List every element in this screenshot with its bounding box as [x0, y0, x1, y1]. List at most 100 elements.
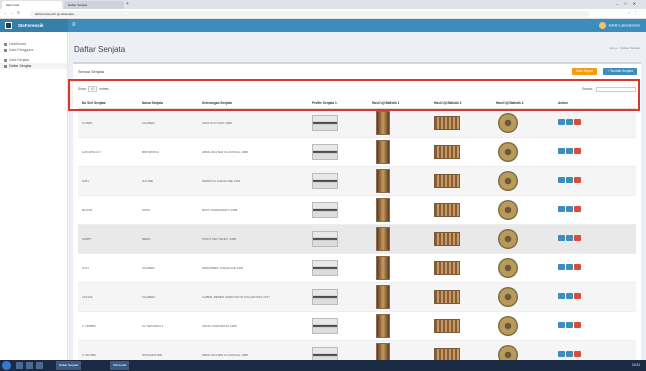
- page-length-select[interactable]: 10: [87, 86, 98, 92]
- col-uji-3[interactable]: Hasil Uji Balistik 3: [492, 98, 554, 109]
- weapon-profile-image[interactable]: [312, 230, 338, 247]
- col-keterangan[interactable]: Keterangan Senjata: [198, 98, 308, 109]
- weapon-profile-image[interactable]: [312, 317, 338, 334]
- ballistic-test-3-image[interactable]: [498, 286, 518, 307]
- view-button[interactable]: [558, 119, 565, 125]
- explorer-icon[interactable]: [26, 362, 33, 369]
- col-uji-1[interactable]: Hasil Uji Balistik 1: [368, 98, 430, 109]
- edit-button[interactable]: [566, 235, 573, 241]
- app-brand[interactable]: SIsForensik: [0, 19, 68, 32]
- reload-icon[interactable]: ↻: [17, 10, 20, 15]
- view-button[interactable]: [558, 148, 565, 154]
- table-row: B21126 SWIFI BODY PARESWATO 1988: [78, 195, 636, 225]
- view-button[interactable]: [558, 351, 565, 357]
- delete-button[interactable]: [574, 235, 581, 241]
- ballistic-test-2-image[interactable]: [434, 260, 460, 275]
- ballistic-test-1-image[interactable]: [376, 110, 390, 135]
- view-button[interactable]: [558, 235, 565, 241]
- add-senjata-button[interactable]: + Tambah Senjata: [603, 68, 637, 75]
- ballistic-test-1-image[interactable]: [376, 255, 390, 280]
- browser-icon[interactable]: [36, 362, 43, 369]
- ballistic-test-2-image[interactable]: [434, 202, 460, 217]
- weapon-profile-image[interactable]: [312, 172, 338, 189]
- ballistic-test-2-image[interactable]: [434, 231, 460, 246]
- cell-nama: GALIBE: [138, 166, 198, 196]
- edit-button[interactable]: [566, 322, 573, 328]
- delete-button[interactable]: [574, 206, 581, 212]
- view-button[interactable]: [558, 206, 565, 212]
- edit-button[interactable]: [566, 264, 573, 270]
- cell-keterangan: GABRIL BERBO HIDROSOTO KOLAOOTAS 1977: [198, 282, 308, 312]
- edit-button[interactable]: [566, 293, 573, 299]
- browser-tab-second[interactable]: Daftar Senjata: [64, 1, 124, 9]
- edit-button[interactable]: [566, 177, 573, 183]
- export-button[interactable]: Data Export: [572, 68, 597, 75]
- extension-icons[interactable]: ☆⋮: [627, 11, 640, 15]
- taskbar-window-2[interactable]: Siforensik: [110, 361, 130, 370]
- ballistic-test-3-image[interactable]: [498, 315, 518, 336]
- new-tab-icon[interactable]: +: [126, 1, 129, 7]
- col-profil[interactable]: Profile Senjata 1: [308, 98, 368, 109]
- delete-button[interactable]: [574, 148, 581, 154]
- delete-button[interactable]: [574, 264, 581, 270]
- cell-keterangan: CROK NOROSPHO 1988: [198, 311, 308, 341]
- delete-button[interactable]: [574, 293, 581, 299]
- ballistic-test-1-image[interactable]: [376, 284, 390, 309]
- start-button[interactable]: [2, 361, 11, 370]
- ballistic-test-2-image[interactable]: [434, 289, 460, 304]
- view-button[interactable]: [558, 264, 565, 270]
- edit-button[interactable]: [566, 206, 573, 212]
- table-search: Search:: [582, 86, 636, 92]
- user-menu[interactable]: Admin Laboratorium: [598, 22, 640, 29]
- cell-no-seri: G0887: [78, 224, 138, 254]
- ballistic-test-1-image[interactable]: [376, 197, 390, 222]
- url-input[interactable]: labforensik.polri.go.id/senjata: [30, 11, 590, 17]
- taskbar-window-1[interactable]: Daftar Senjata: [56, 361, 82, 370]
- edit-button[interactable]: [566, 148, 573, 154]
- ballistic-test-2-image[interactable]: [434, 318, 460, 333]
- weapon-profile-image[interactable]: [312, 201, 338, 218]
- ballistic-test-1-image[interactable]: [376, 168, 390, 193]
- col-uji-2[interactable]: Hasil Uji Balistik 2: [430, 98, 492, 109]
- sidebar-item-daftar-senjata[interactable]: Daftar Senjata: [0, 63, 67, 69]
- weapon-profile-image[interactable]: [312, 143, 338, 160]
- ballistic-test-1-image[interactable]: [376, 226, 390, 251]
- delete-button[interactable]: [574, 322, 581, 328]
- ballistic-test-3-image[interactable]: [498, 228, 518, 249]
- ballistic-test-3-image[interactable]: [498, 257, 518, 278]
- ballistic-test-3-image[interactable]: [498, 199, 518, 220]
- ballistic-test-2-image[interactable]: [434, 144, 460, 159]
- browser-tab-active[interactable]: Siforensik: [2, 1, 62, 9]
- view-button[interactable]: [558, 293, 565, 299]
- col-no-seri[interactable]: No Seri Senjata: [78, 98, 138, 109]
- delete-button[interactable]: [574, 351, 581, 357]
- ballistic-test-3-image[interactable]: [498, 141, 518, 162]
- ballistic-test-3-image[interactable]: [498, 170, 518, 191]
- view-button[interactable]: [558, 322, 565, 328]
- taskbar-clock: 10:21: [632, 363, 640, 367]
- back-icon[interactable]: ←: [3, 10, 7, 15]
- delete-button[interactable]: [574, 119, 581, 125]
- window-controls[interactable]: –□✕: [616, 1, 642, 6]
- brand-label: SIsForensik: [18, 23, 44, 28]
- search-icon[interactable]: [16, 362, 23, 369]
- menu-toggle-icon[interactable]: ≡: [72, 22, 76, 28]
- edit-button[interactable]: [566, 351, 573, 357]
- view-button[interactable]: [558, 177, 565, 183]
- weapon-profile-image[interactable]: [312, 288, 338, 305]
- ballistic-test-3-image[interactable]: [498, 112, 518, 133]
- browser-address-bar: ← → ↻ labforensik.polri.go.id/senjata ☆⋮: [0, 9, 646, 19]
- col-nama[interactable]: Nama Senjata: [138, 98, 198, 109]
- ballistic-test-2-image[interactable]: [434, 173, 460, 188]
- edit-button[interactable]: [566, 119, 573, 125]
- delete-button[interactable]: [574, 177, 581, 183]
- search-input[interactable]: [596, 86, 636, 92]
- forward-icon[interactable]: →: [10, 10, 14, 15]
- ballistic-test-2-image[interactable]: [434, 115, 460, 130]
- browser-tabbar: Siforensik Daftar Senjata + –□✕: [0, 0, 646, 9]
- ballistic-test-1-image[interactable]: [376, 139, 390, 164]
- weapon-profile-image[interactable]: [312, 114, 338, 131]
- ballistic-test-1-image[interactable]: [376, 313, 390, 338]
- weapon-profile-image[interactable]: [312, 259, 338, 276]
- breadcrumb[interactable]: Home > Daftar Senjata: [609, 46, 640, 50]
